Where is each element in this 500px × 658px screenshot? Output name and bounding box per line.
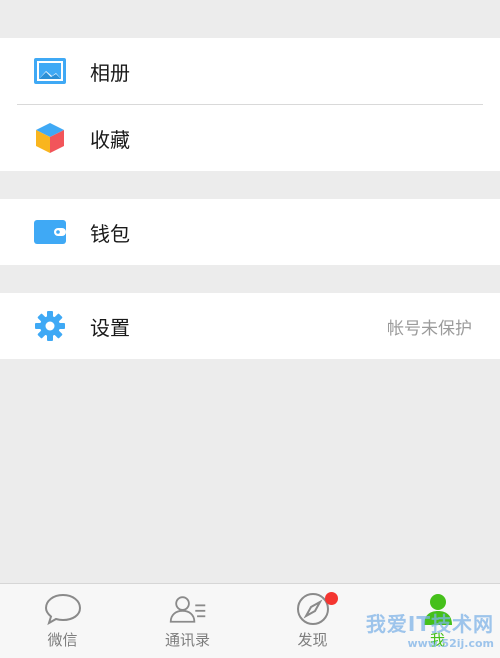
menu-item-settings[interactable]: 设置 帐号未保护 (0, 293, 500, 359)
menu-item-label: 设置 (90, 315, 130, 340)
tab-chats[interactable]: 微信 (0, 584, 125, 658)
bottom-tab-bar: 微信 通讯录 发现 我 (0, 583, 500, 658)
menu-item-album[interactable]: 相册 (0, 38, 500, 104)
photo-album-icon (34, 55, 66, 87)
menu-item-label: 钱包 (90, 221, 130, 246)
notification-dot (325, 592, 338, 605)
tab-me[interactable]: 我 (375, 584, 500, 658)
menu-group-1: 相册 收藏 (0, 38, 500, 171)
group-gap (0, 265, 500, 293)
gear-icon (34, 310, 66, 342)
group-gap (0, 10, 500, 38)
account-protection-status: 帐号未保护 (387, 318, 472, 339)
menu-item-label: 相册 (90, 60, 130, 85)
chat-bubble-icon (43, 591, 83, 627)
favorites-cube-icon (34, 122, 66, 154)
tab-label: 微信 (47, 631, 78, 649)
tab-discover[interactable]: 发现 (250, 584, 375, 658)
group-gap (0, 171, 500, 199)
menu-item-label: 收藏 (90, 127, 130, 152)
menu-item-wallet[interactable]: 钱包 (0, 199, 500, 265)
tab-label: 通讯录 (164, 631, 210, 649)
wallet-icon (34, 216, 66, 248)
contacts-icon (168, 591, 208, 627)
me-person-icon (418, 591, 458, 627)
menu-item-favorites[interactable]: 收藏 (0, 105, 500, 171)
tab-contacts[interactable]: 通讯录 (125, 584, 250, 658)
tab-label: 我 (429, 631, 445, 649)
tab-label: 发现 (297, 631, 328, 649)
menu-group-3: 设置 帐号未保护 (0, 293, 500, 359)
menu-group-2: 钱包 (0, 199, 500, 265)
